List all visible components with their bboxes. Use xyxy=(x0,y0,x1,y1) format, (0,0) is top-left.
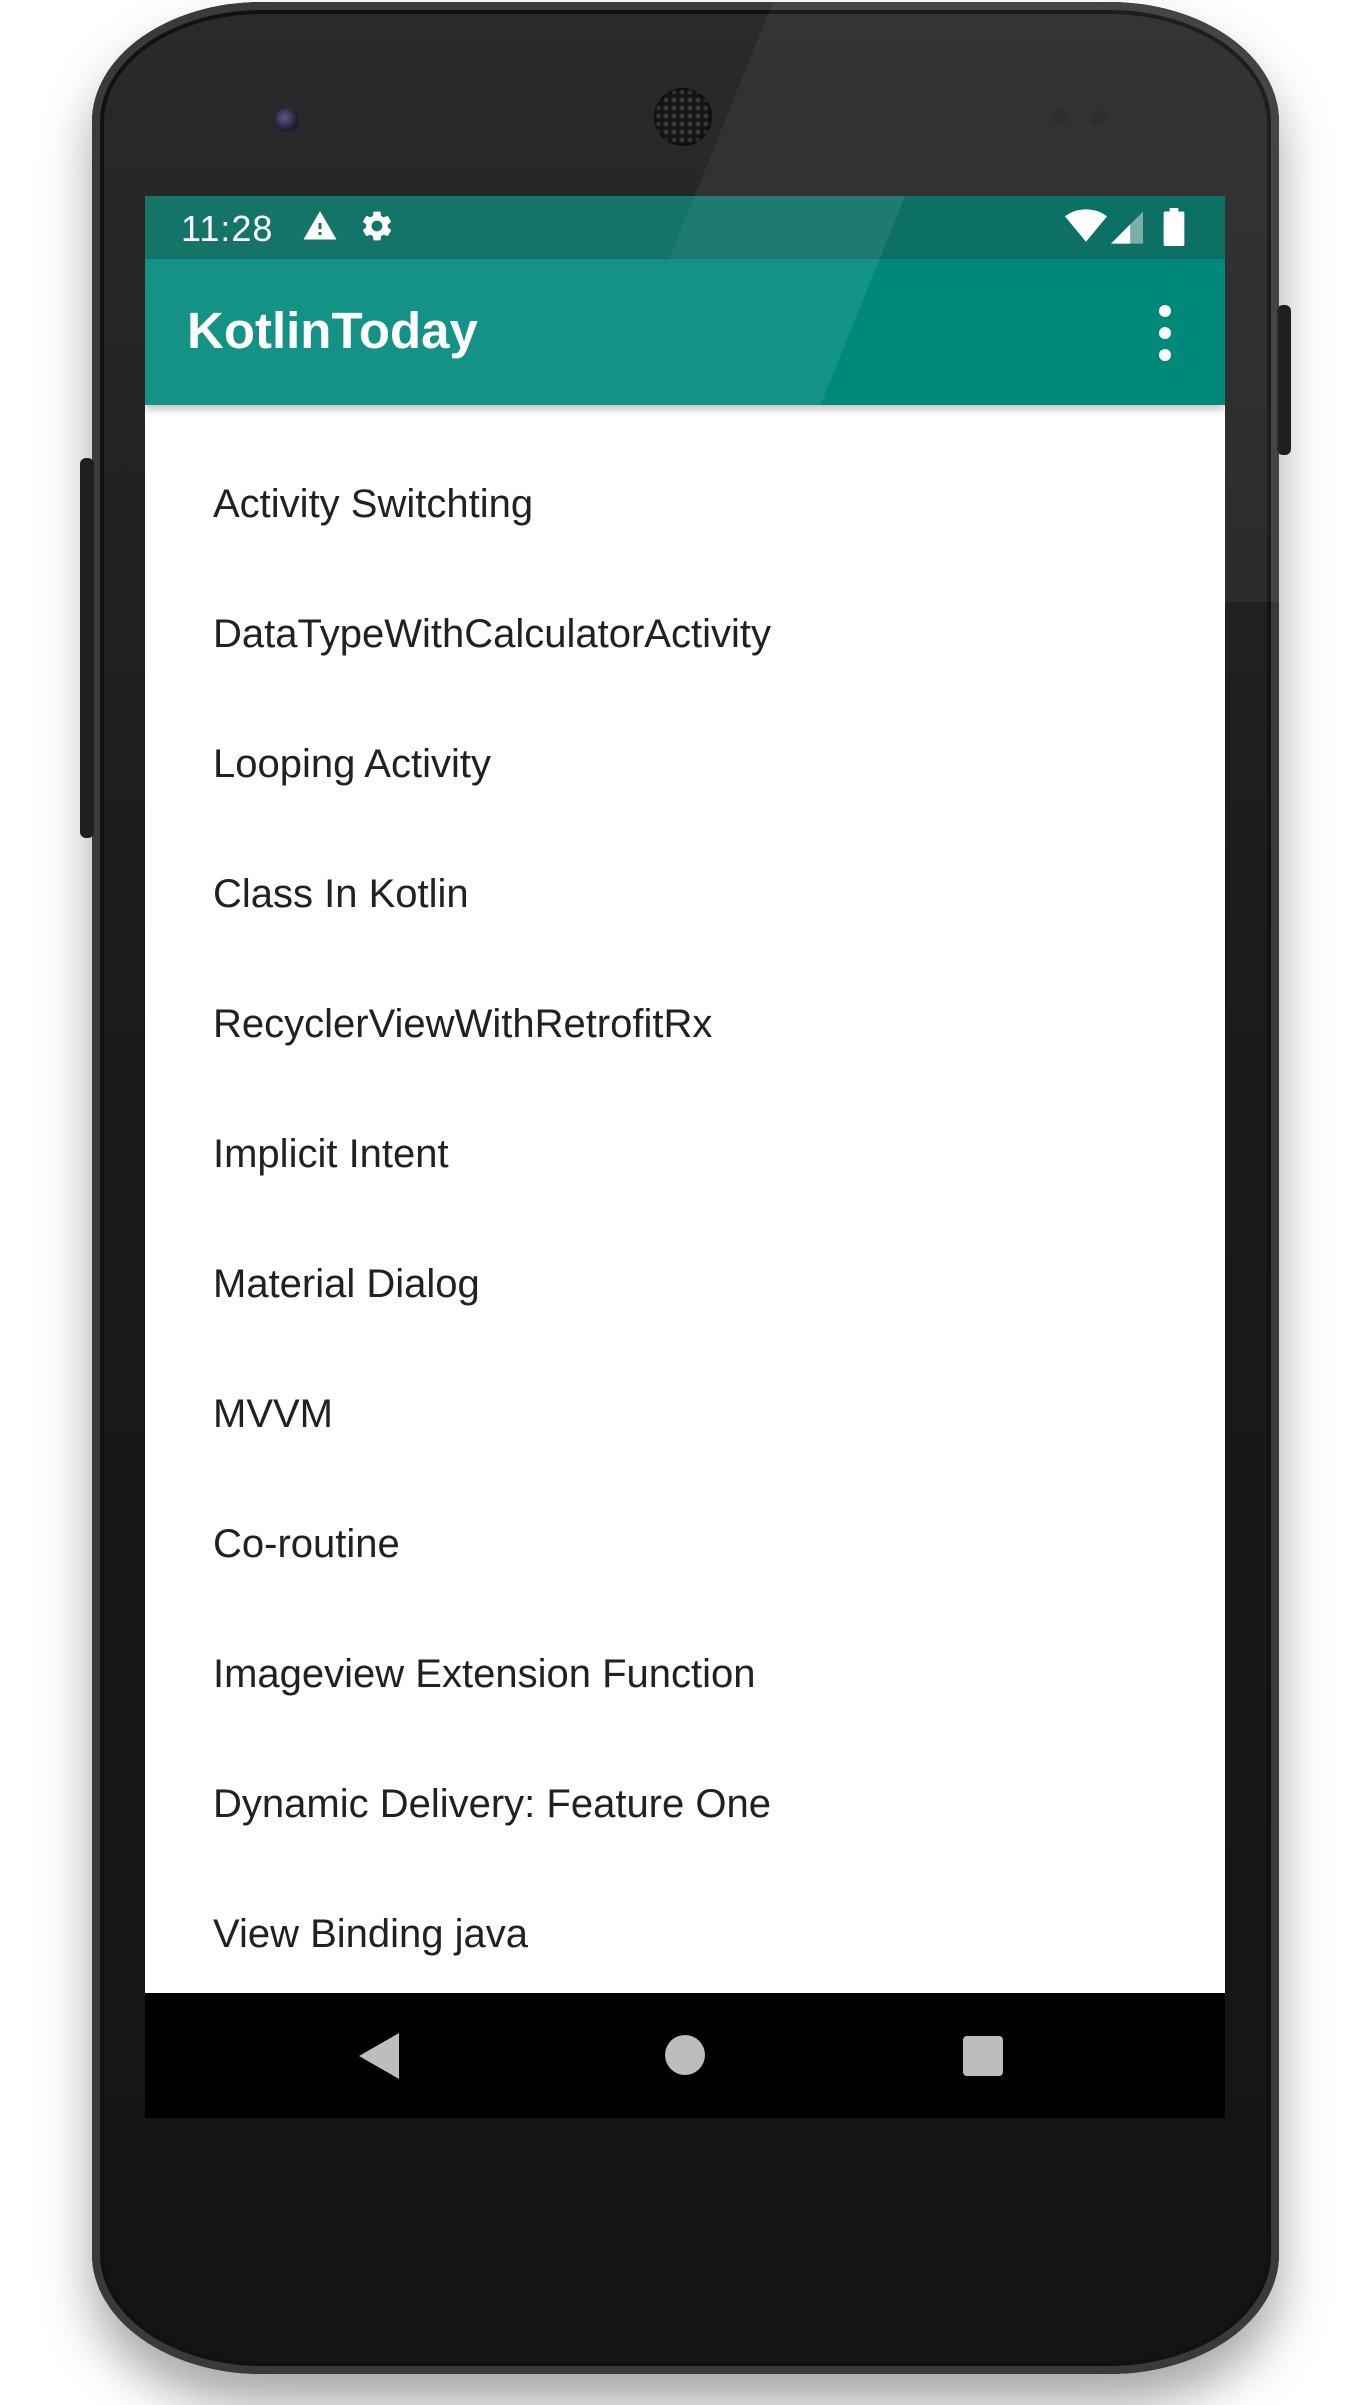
activity-list: Activity Switchting DataTypeWithCalculat… xyxy=(145,405,1225,1993)
signal-icon xyxy=(1111,208,1143,249)
earpiece-speaker-icon xyxy=(654,88,712,146)
volume-button xyxy=(80,458,94,838)
phone-screen: 11:28 KotlinToday Activity Switchting Da… xyxy=(145,196,1225,2118)
list-item[interactable]: RecyclerViewWithRetrofitRx xyxy=(145,959,1225,1089)
status-time: 11:28 xyxy=(181,208,274,249)
battery-icon xyxy=(1163,208,1185,251)
list-item[interactable]: Co-routine xyxy=(145,1479,1225,1609)
proximity-sensor-icon xyxy=(1052,110,1068,126)
list-item[interactable]: DataTypeWithCalculatorActivity xyxy=(145,569,1225,699)
power-button xyxy=(1277,305,1291,455)
list-item[interactable]: Dynamic Delivery: Feature One xyxy=(145,1739,1225,1869)
wifi-icon xyxy=(1065,208,1107,249)
more-vert-icon[interactable] xyxy=(1145,305,1185,361)
back-icon[interactable] xyxy=(359,2033,401,2084)
list-item[interactable]: MVVM xyxy=(145,1349,1225,1479)
settings-icon xyxy=(359,208,395,249)
list-item[interactable]: Activity Switchting xyxy=(145,439,1225,569)
front-camera-icon xyxy=(275,108,299,132)
light-sensor-icon xyxy=(1090,110,1106,126)
app-title: KotlinToday xyxy=(187,302,478,359)
list-item[interactable]: Looping Activity xyxy=(145,699,1225,829)
list-item[interactable]: Class In Kotlin xyxy=(145,829,1225,959)
list-item[interactable]: Implicit Intent xyxy=(145,1089,1225,1219)
list-item[interactable]: Imageview Extension Function xyxy=(145,1609,1225,1739)
recents-icon[interactable] xyxy=(963,2036,1003,2081)
warning-icon xyxy=(301,208,339,249)
list-item[interactable]: View Binding java xyxy=(145,1869,1225,1993)
status-bar: 11:28 xyxy=(145,196,1225,259)
navigation-bar xyxy=(145,1993,1225,2118)
list-item[interactable]: Material Dialog xyxy=(145,1219,1225,1349)
home-icon[interactable] xyxy=(665,2035,705,2080)
app-bar: KotlinToday xyxy=(145,259,1225,405)
